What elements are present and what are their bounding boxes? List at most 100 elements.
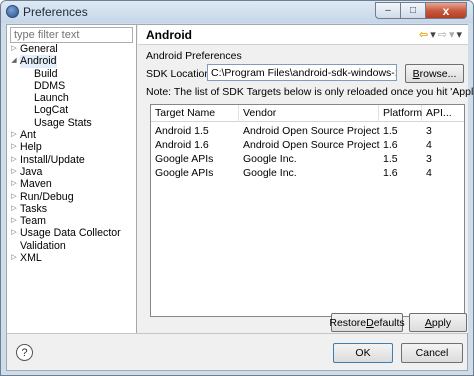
tree-item-usage-stats[interactable]: Usage Stats (7, 117, 137, 129)
collapsed-twisty-icon[interactable]: ▷ (10, 43, 18, 55)
app-icon (6, 5, 19, 18)
table-cell: 3 (426, 153, 432, 165)
preference-page: Android ⇦ ▾ ⇨ ▾ ▾ Android Preferences SD… (138, 25, 473, 333)
tree-item-label: Tasks (20, 202, 48, 215)
table-row[interactable]: Android 1.6 Android Open Source Project 1.… (151, 138, 464, 152)
table-cell: 3 (426, 125, 432, 137)
tree-item-maven[interactable]: ▷ Maven (7, 178, 137, 190)
tree-item-validation[interactable]: Validation (7, 240, 137, 252)
tree-item-general[interactable]: ▷ General (7, 43, 137, 55)
button-bar-separator (7, 333, 467, 334)
table-row[interactable]: Google APIs Google Inc. 1.6 4 (151, 166, 464, 180)
tree-item-ddms[interactable]: DDMS (7, 80, 137, 92)
table-cell: 1.6 (383, 139, 398, 151)
close-button[interactable]: x (425, 2, 467, 19)
tree-item-install-update[interactable]: ▷ Install/Update (7, 154, 137, 166)
expanded-twisty-icon[interactable]: ◢ (10, 55, 18, 67)
tree-item-help[interactable]: ▷ Help (7, 141, 137, 153)
tree-item-label: XML (20, 252, 42, 265)
collapsed-twisty-icon[interactable]: ▷ (10, 178, 18, 190)
filter-input[interactable] (10, 27, 133, 43)
table-cell: Android 1.5 (155, 125, 209, 137)
table-row[interactable]: Android 1.5 Android Open Source Project 1.… (151, 124, 464, 138)
view-menu-icon[interactable]: ▾ (456, 28, 462, 41)
preference-tree-panel: ▷General◢AndroidBuildDDMSLaunchLogCatUsa… (7, 25, 137, 333)
help-icon[interactable]: ? (16, 344, 33, 361)
minimize-button[interactable]: – (375, 2, 401, 19)
forward-dropdown-icon[interactable]: ▾ (449, 28, 455, 41)
column-header-target-name[interactable]: Target Name (151, 105, 239, 122)
restore-defaults-button[interactable]: Restore Defaults (329, 313, 405, 332)
page-title: Android (146, 28, 192, 42)
collapsed-twisty-icon[interactable]: ▷ (10, 191, 18, 203)
tree-item-label: Install/Update (20, 153, 85, 166)
tree-item-label: Usage Stats (34, 116, 92, 129)
sdk-location-field[interactable]: C:\Program Files\android-sdk-windows-1.6… (207, 64, 397, 81)
window-controls: – □ x (375, 2, 467, 19)
forward-arrow-icon[interactable]: ⇨ (438, 28, 447, 41)
tree-item-label: Ant (20, 129, 36, 142)
sdk-note: Note: The list of SDK Targets below is o… (146, 86, 474, 98)
tree-item-tasks[interactable]: ▷ Tasks (7, 203, 137, 215)
table-cell: Android Open Source Project (243, 139, 380, 151)
column-header-vendor[interactable]: Vendor (239, 105, 379, 122)
column-header-platform[interactable]: Platform (379, 105, 422, 122)
tree-item-android[interactable]: ◢ Android (7, 55, 137, 68)
ok-button[interactable]: OK (333, 343, 393, 363)
section-label: Android Preferences (146, 50, 242, 62)
table-cell: Google APIs (155, 167, 214, 179)
table-header: Target Name Vendor Platform API... (151, 105, 464, 122)
restore-prefix: Restore (329, 316, 367, 329)
column-header-api[interactable]: API... (422, 105, 464, 122)
tree-item-java[interactable]: ▷ Java (7, 166, 137, 178)
back-dropdown-icon[interactable]: ▾ (430, 28, 436, 41)
browse-button[interactable]: Browse... (405, 64, 464, 83)
tree-item-label: Team (20, 215, 46, 228)
tree-item-label: Validation (20, 239, 66, 252)
window-title: Preferences (23, 5, 88, 19)
tree-item-run-debug[interactable]: ▷ Run/Debug (7, 191, 137, 203)
collapsed-twisty-icon[interactable]: ▷ (10, 166, 18, 178)
collapsed-twisty-icon[interactable]: ▷ (10, 203, 18, 215)
tree-item-label: Run/Debug (20, 190, 74, 203)
table-row[interactable]: Google APIs Google Inc. 1.5 3 (151, 152, 464, 166)
apply-mnemonic: A (424, 316, 432, 329)
table-cell: 1.5 (383, 125, 398, 137)
table-cell: Google Inc. (243, 167, 297, 179)
tree-item-ant[interactable]: ▷ Ant (7, 129, 137, 141)
tree-item-label: Maven (20, 178, 52, 191)
collapsed-twisty-icon[interactable]: ▷ (10, 215, 18, 227)
collapsed-twisty-icon[interactable]: ▷ (10, 154, 18, 166)
browse-label: rowse... (419, 67, 457, 80)
collapsed-twisty-icon[interactable]: ▷ (10, 252, 18, 264)
tree-item-logcat[interactable]: LogCat (7, 104, 137, 116)
tree-item-launch[interactable]: Launch (7, 92, 137, 104)
sdk-targets-table[interactable]: Target Name Vendor Platform API... Andro… (150, 104, 465, 317)
tree-item-label: Help (20, 141, 42, 154)
preferences-window: Preferences – □ x ▷General◢AndroidBuildD… (0, 0, 474, 376)
tree-item-label: DDMS (34, 79, 66, 92)
collapsed-twisty-icon[interactable]: ▷ (10, 227, 18, 239)
table-cell: Android 1.6 (155, 139, 209, 151)
collapsed-twisty-icon[interactable]: ▷ (10, 141, 18, 153)
tree-item-team[interactable]: ▷ Team (7, 215, 137, 227)
back-arrow-icon[interactable]: ⇦ (419, 28, 428, 41)
tree-item-label: Launch (34, 92, 69, 105)
page-header: Android ⇦ ▾ ⇨ ▾ ▾ (138, 25, 468, 45)
tree-item-xml[interactable]: ▷ XML (7, 252, 137, 264)
tree-item-label: Usage Data Collector (20, 227, 121, 240)
table-cell: 4 (426, 167, 432, 179)
table-cell: 4 (426, 139, 432, 151)
tree-item-usage-data-collector[interactable]: ▷ Usage Data Collector (7, 227, 137, 239)
dialog-client-area: ▷General◢AndroidBuildDDMSLaunchLogCatUsa… (6, 24, 473, 371)
tree-item-build[interactable]: Build (7, 68, 137, 80)
maximize-button[interactable]: □ (400, 2, 426, 19)
cancel-button[interactable]: Cancel (401, 343, 463, 363)
history-navigation: ⇦ ▾ ⇨ ▾ ▾ (419, 28, 462, 41)
table-cell: 1.6 (383, 167, 398, 179)
browse-mnemonic: B (412, 67, 420, 80)
title-bar[interactable]: Preferences – □ x (1, 1, 473, 23)
preference-tree: ▷ General ◢ Android Build DDMS Launch LogCat Usa… (7, 43, 137, 264)
apply-button[interactable]: Apply (409, 313, 467, 332)
collapsed-twisty-icon[interactable]: ▷ (10, 129, 18, 141)
